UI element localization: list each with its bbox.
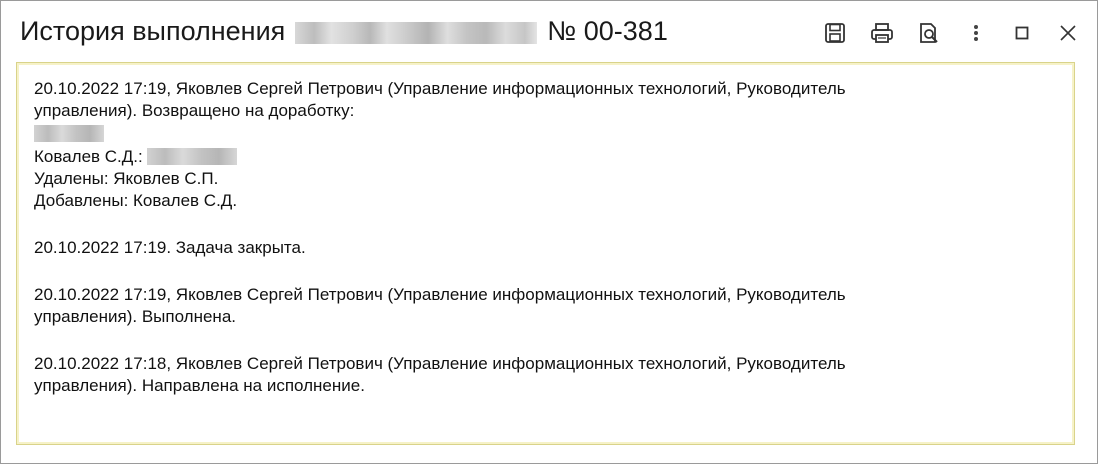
print-preview-icon[interactable] [915,19,943,47]
field-label: Ковалев С.Д.: [34,147,143,166]
save-icon[interactable] [821,19,849,47]
field-line: Ковалев С.Д.: [34,145,1044,168]
redacted-value [147,148,238,165]
close-icon[interactable] [1054,19,1082,47]
entry-line: управления). Направлена на исполнение. [34,376,365,395]
history-entries: 20.10.2022 17:19, Яковлев Сергей Петрови… [34,78,1044,422]
history-text-area[interactable]: 20.10.2022 17:19, Яковлев Сергей Петрови… [16,62,1075,445]
added-line: Добавлены: Ковалев С.Д. [34,191,238,210]
maximize-icon[interactable] [1008,19,1036,47]
toolbar [1,19,1097,47]
entry-line: 20.10.2022 17:19. Задача закрыта. [34,238,306,257]
history-entry: 20.10.2022 17:19, Яковлев Сергей Петрови… [34,78,1044,212]
history-window: История выполнения № 00-381 20.10.2022 1… [0,0,1098,464]
entry-line: управления). Возвращено на доработку: [34,101,355,120]
entry-line: 20.10.2022 17:18, Яковлев Сергей Петрови… [34,354,846,373]
entry-line: 20.10.2022 17:19, Яковлев Сергей Петрови… [34,79,846,98]
history-entry: 20.10.2022 17:19. Задача закрыта. [34,237,1044,259]
history-entry: 20.10.2022 17:19, Яковлев Сергей Петрови… [34,284,1044,328]
entry-line: управления). Выполнена. [34,307,236,326]
redacted-line [34,122,1044,145]
history-entry: 20.10.2022 17:18, Яковлев Сергей Петрови… [34,353,1044,397]
printer-icon[interactable] [868,19,896,47]
entry-line: 20.10.2022 17:19, Яковлев Сергей Петрови… [34,285,846,304]
more-vertical-icon[interactable] [962,19,990,47]
title-bar: История выполнения № 00-381 [1,1,1097,61]
removed-line: Удалены: Яковлев С.П. [34,169,219,188]
